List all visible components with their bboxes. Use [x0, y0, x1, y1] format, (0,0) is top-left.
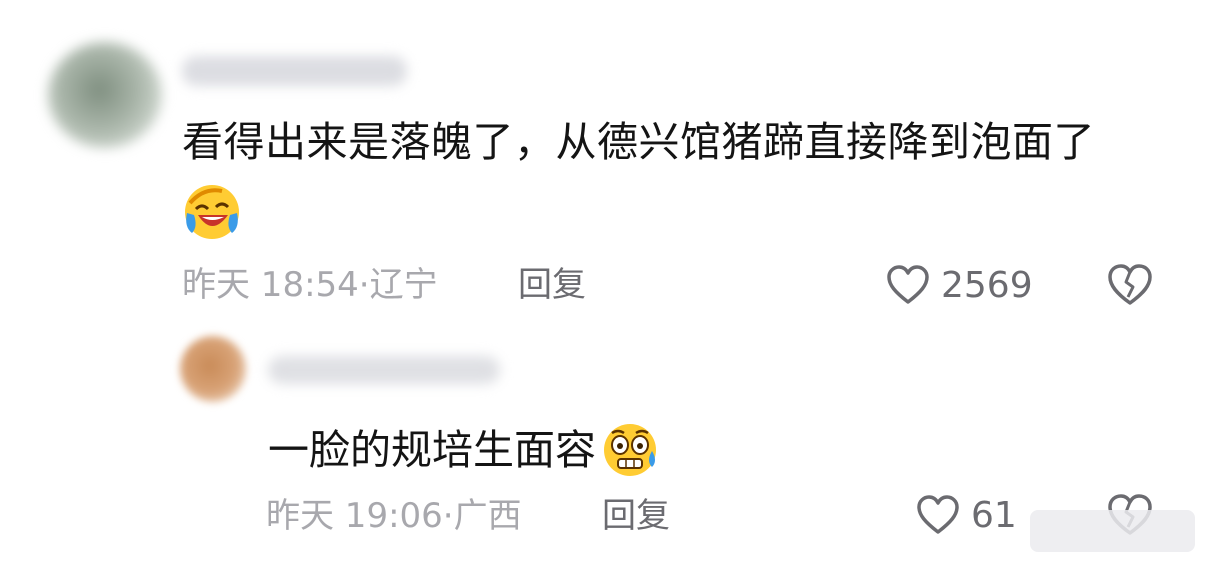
comment-location: 辽宁: [369, 265, 438, 305]
comment-text: 看得出来是落魄了，从德兴馆猪蹄直接降到泡面了: [182, 118, 1095, 166]
watermark-overlay: [1030, 510, 1195, 552]
comment-time: 昨天 18:54: [182, 265, 359, 305]
laughing-crying-emoji: [185, 185, 239, 239]
reply-button[interactable]: 回复: [602, 494, 670, 538]
meta-separator: ·: [358, 265, 370, 305]
meta-separator: ·: [442, 496, 454, 536]
username-blurred[interactable]: [182, 56, 407, 86]
like-count: 61: [971, 494, 1017, 536]
reply-comment: 一脸的规培生面容: [268, 421, 660, 479]
avatar[interactable]: [180, 336, 246, 402]
like-count: 2569: [941, 264, 1033, 306]
comment-thread: 看得出来是落魄了，从德兴馆猪蹄直接降到泡面了 昨天 18:54·辽宁 回复 25…: [0, 0, 1206, 561]
nervous-sweat-emoji: [604, 424, 656, 476]
reply-button[interactable]: 回复: [518, 263, 586, 307]
comment-meta: 昨天 18:54·辽宁: [182, 263, 438, 307]
comment-meta: 昨天 19:06·广西: [266, 494, 522, 538]
avatar[interactable]: [48, 42, 162, 148]
heart-outline-icon: [917, 495, 959, 534]
comment-text: 一脸的规培生面容: [268, 426, 596, 474]
broken-heart-icon[interactable]: [1106, 262, 1154, 308]
username-blurred[interactable]: [268, 356, 500, 384]
comment-location: 广西: [453, 496, 522, 536]
comment-time: 昨天 19:06: [266, 496, 443, 536]
like-button[interactable]: 61: [915, 492, 1017, 538]
heart-outline-icon: [887, 265, 929, 304]
like-button[interactable]: 2569: [885, 262, 1033, 308]
